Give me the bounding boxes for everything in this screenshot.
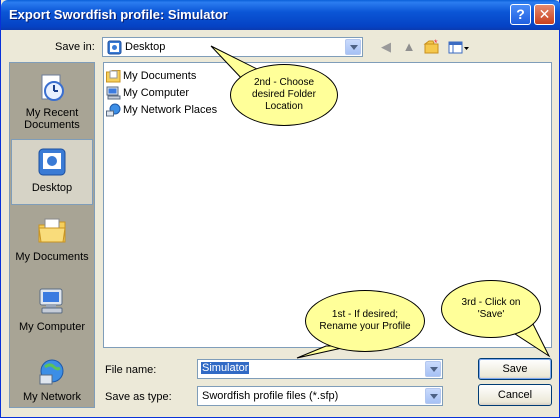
callout-choose-folder: 2nd - Choose desired Folder Location [230, 64, 338, 126]
callout-rename-profile: 1st - If desired; Rename your Profile [305, 290, 425, 352]
callout-pointers [210, 45, 551, 359]
callout-click-save: 3rd - Click on 'Save' [441, 280, 541, 338]
export-dialog: Export Swordfish profile: Simulator ? ✕ … [0, 0, 560, 418]
